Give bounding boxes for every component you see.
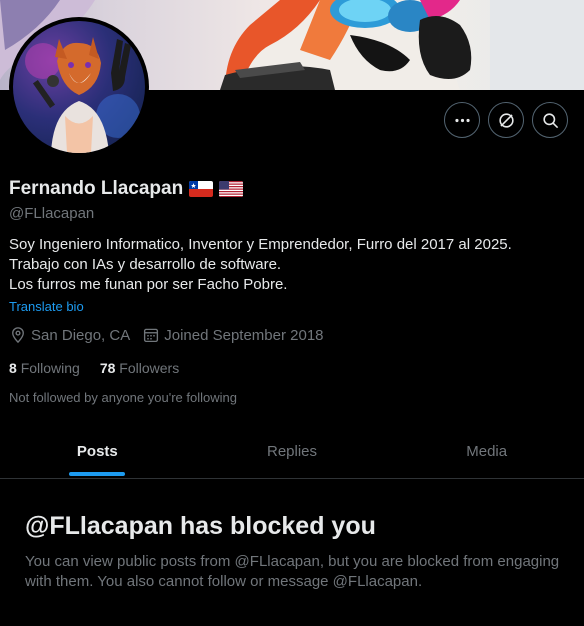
- bio-line: Trabajo con IAs y desarrollo de software…: [9, 256, 282, 273]
- chile-flag-icon: [189, 181, 214, 197]
- following-count: 8: [9, 360, 17, 376]
- translate-bio-link[interactable]: Translate bio: [9, 299, 84, 314]
- location: San Diego, CA: [9, 326, 130, 344]
- profile-name-row: Fernando Llacapan: [9, 178, 244, 200]
- following-link[interactable]: 8 Following: [9, 360, 80, 376]
- active-tab-indicator: [69, 472, 126, 476]
- profile-avatar[interactable]: [9, 17, 149, 157]
- join-date: Joined September 2018: [142, 326, 324, 344]
- location-text: San Diego, CA: [31, 326, 131, 344]
- join-date-text: Joined September 2018: [164, 326, 324, 344]
- avatar-image: [13, 21, 145, 153]
- profile-bio: Soy Ingeniero Informatico, Inventor y Em…: [9, 235, 569, 295]
- more-button[interactable]: [444, 102, 480, 138]
- profile-meta: San Diego, CA Joined September 2018: [9, 326, 324, 344]
- tab-replies[interactable]: Replies: [195, 424, 390, 478]
- not-followed-note: Not followed by anyone you're following: [9, 390, 237, 405]
- tab-media[interactable]: Media: [389, 424, 584, 478]
- profile-actions: [444, 102, 568, 138]
- followers-link[interactable]: 78 Followers: [100, 360, 179, 376]
- follow-stats: 8 Following 78 Followers: [9, 360, 179, 376]
- tab-posts[interactable]: Posts: [0, 424, 195, 478]
- followers-count: 78: [99, 360, 116, 376]
- bio-line: Soy Ingeniero Informatico, Inventor y Em…: [9, 236, 512, 253]
- profile-handle: @FLlacapan: [9, 205, 95, 222]
- search-icon: [542, 112, 558, 128]
- tab-label: Media: [466, 442, 508, 460]
- search-profile-button[interactable]: [532, 102, 568, 138]
- location-pin-icon: [12, 327, 24, 344]
- following-label: Following: [20, 360, 80, 376]
- profile-tabs: Posts Replies Media: [0, 424, 584, 479]
- tab-label: Replies: [266, 442, 318, 460]
- profile-name: Fernando Llacapan: [9, 178, 184, 199]
- calendar-icon: [144, 328, 159, 343]
- more-icon: [454, 118, 470, 122]
- followers-label: Followers: [119, 360, 180, 376]
- bio-line: Los furros me funan por ser Facho Pobre.: [9, 276, 288, 293]
- blocked-message: You can view public posts from @FLlacapa…: [25, 553, 560, 590]
- blocked-title: @FLlacapan has blocked you: [25, 512, 376, 540]
- grok-icon: [498, 112, 514, 128]
- grok-button[interactable]: [488, 102, 524, 138]
- tab-label: Posts: [76, 442, 118, 460]
- usa-flag-icon: [219, 181, 244, 197]
